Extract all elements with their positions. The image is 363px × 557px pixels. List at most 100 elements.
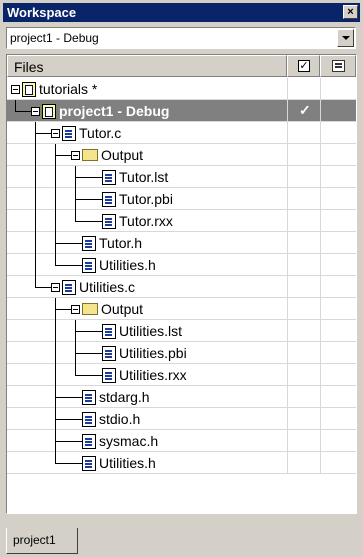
tree-node[interactable]: Tutor.h bbox=[82, 234, 142, 252]
options-column-header[interactable] bbox=[320, 55, 356, 77]
file-icon bbox=[102, 323, 116, 339]
tree-node[interactable]: project1 - Debug bbox=[31, 102, 169, 120]
column-divider bbox=[320, 122, 321, 144]
collapse-toggle-icon[interactable] bbox=[71, 150, 80, 160]
tree-connector-line bbox=[75, 342, 76, 364]
tree-connector-line bbox=[75, 188, 76, 210]
column-divider bbox=[320, 144, 321, 166]
column-divider bbox=[320, 254, 321, 276]
configuration-value: project1 - Debug bbox=[10, 31, 99, 45]
tree-node[interactable]: Utilities.pbi bbox=[102, 344, 187, 362]
tree-connector-line bbox=[55, 408, 56, 430]
files-column-header[interactable]: Files bbox=[7, 55, 287, 77]
tree-connector-line bbox=[55, 188, 56, 210]
tree-row[interactable]: Tutor.lst bbox=[7, 166, 356, 188]
tree-node[interactable]: Utilities.h bbox=[82, 256, 156, 274]
collapse-toggle-icon[interactable] bbox=[51, 128, 60, 138]
file-icon bbox=[102, 213, 116, 229]
tree-node[interactable]: Utilities.h bbox=[82, 454, 156, 472]
tree-row[interactable]: Utilities.pbi bbox=[7, 342, 356, 364]
tree-node[interactable]: stdio.h bbox=[82, 410, 140, 428]
tree-node[interactable]: stdarg.h bbox=[82, 388, 150, 406]
column-divider bbox=[287, 78, 288, 100]
tree-node-label: stdio.h bbox=[99, 411, 141, 427]
tree-node-label: project1 - Debug bbox=[59, 103, 170, 119]
tree-node-label: sysmac.h bbox=[99, 433, 159, 449]
column-divider bbox=[320, 232, 321, 254]
tree-node[interactable]: sysmac.h bbox=[82, 432, 158, 450]
tree-node-label: Utilities.c bbox=[79, 279, 136, 295]
build-check-column-header[interactable]: ✓ bbox=[287, 55, 320, 77]
collapse-toggle-icon[interactable] bbox=[11, 84, 20, 94]
tree-connector-line bbox=[75, 331, 102, 332]
tree-connector-line bbox=[15, 100, 16, 112]
tree-row[interactable]: Utilities.h bbox=[7, 254, 356, 276]
collapse-toggle-icon[interactable] bbox=[31, 106, 40, 116]
project-icon bbox=[42, 103, 56, 119]
tree-row[interactable]: tutorials * bbox=[7, 78, 356, 100]
tree-row[interactable]: Tutor.h bbox=[7, 232, 356, 254]
tree-row[interactable]: Tutor.pbi bbox=[7, 188, 356, 210]
tree-connector-line bbox=[55, 243, 82, 244]
tree-node[interactable]: Output bbox=[71, 300, 143, 318]
tree-row[interactable]: Output bbox=[7, 144, 356, 166]
tree-node-label: Output bbox=[101, 301, 144, 317]
tab-project1[interactable]: project1 bbox=[6, 528, 78, 554]
tree-connector-line bbox=[55, 144, 56, 166]
tree-node[interactable]: Utilities.c bbox=[51, 278, 135, 296]
tree-node[interactable]: Tutor.c bbox=[51, 124, 121, 142]
file-icon bbox=[82, 433, 96, 449]
column-divider bbox=[287, 320, 288, 342]
tree-header: Files ✓ bbox=[7, 55, 356, 77]
tree-row[interactable]: Output bbox=[7, 298, 356, 320]
tree-row[interactable]: Utilities.h bbox=[7, 452, 356, 474]
tree-row[interactable]: Utilities.c bbox=[7, 276, 356, 298]
close-button[interactable]: × bbox=[343, 5, 358, 19]
column-divider bbox=[287, 100, 288, 122]
column-divider bbox=[287, 232, 288, 254]
tree-node[interactable]: tutorials * bbox=[11, 80, 97, 98]
tree-node[interactable]: Tutor.pbi bbox=[102, 190, 173, 208]
tree-row[interactable]: project1 - Debug ✓ bbox=[7, 100, 356, 122]
tree-row[interactable]: Utilities.lst bbox=[7, 320, 356, 342]
tree-connector-line bbox=[55, 309, 71, 310]
column-divider bbox=[287, 210, 288, 232]
tree-node[interactable]: Tutor.lst bbox=[102, 168, 168, 186]
tree-connector-line bbox=[75, 210, 76, 222]
tree-node-label: Utilities.pbi bbox=[119, 345, 187, 361]
column-divider bbox=[320, 430, 321, 452]
folder-icon bbox=[82, 303, 98, 315]
tree-row[interactable]: stdio.h bbox=[7, 408, 356, 430]
tree-row[interactable]: Tutor.c bbox=[7, 122, 356, 144]
tree-connector-line bbox=[55, 265, 82, 266]
configuration-dropdown[interactable]: project1 - Debug bbox=[6, 27, 356, 49]
tree-connector-line bbox=[55, 254, 56, 266]
tree-node-label: Tutor.lst bbox=[119, 169, 169, 185]
tree-node[interactable]: Utilities.lst bbox=[102, 322, 182, 340]
tree-connector-line bbox=[55, 210, 56, 232]
tree-row[interactable]: stdarg.h bbox=[7, 386, 356, 408]
column-divider bbox=[287, 122, 288, 144]
tree-row[interactable]: sysmac.h bbox=[7, 430, 356, 452]
checkbox-icon: ✓ bbox=[298, 60, 310, 72]
column-divider bbox=[287, 166, 288, 188]
tree-node-label: Tutor.c bbox=[79, 125, 122, 141]
tree-node[interactable]: Tutor.rxx bbox=[102, 212, 173, 230]
column-divider bbox=[320, 298, 321, 320]
tree-row[interactable]: Tutor.rxx bbox=[7, 210, 356, 232]
file-icon bbox=[82, 389, 96, 405]
tab-label: project1 bbox=[13, 533, 56, 547]
collapse-toggle-icon[interactable] bbox=[51, 282, 60, 292]
tree-row[interactable]: Utilities.rxx bbox=[7, 364, 356, 386]
tree-connector-line bbox=[55, 430, 56, 452]
tree-node-label: Tutor.pbi bbox=[119, 191, 173, 207]
tree-node[interactable]: Utilities.rxx bbox=[102, 366, 187, 384]
tree-connector-line bbox=[55, 364, 56, 386]
title-bar[interactable]: Workspace × bbox=[3, 3, 360, 22]
tree-node[interactable]: Output bbox=[71, 146, 143, 164]
tree-node-label: tutorials * bbox=[39, 81, 98, 97]
tree-connector-line bbox=[75, 199, 102, 200]
dropdown-arrow-button[interactable] bbox=[337, 29, 354, 47]
collapse-toggle-icon[interactable] bbox=[71, 304, 80, 314]
tree-connector-line bbox=[35, 133, 51, 134]
